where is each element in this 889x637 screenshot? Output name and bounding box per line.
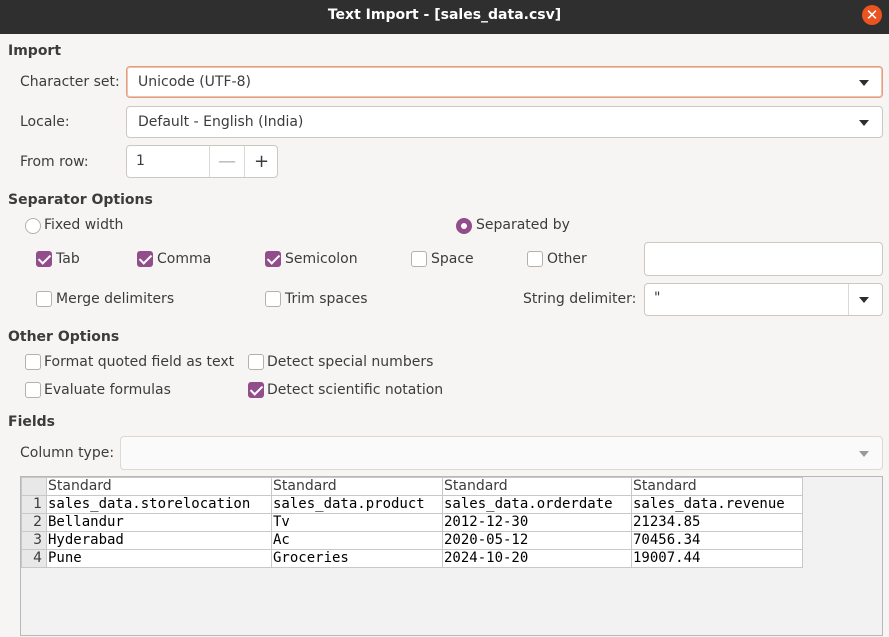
row-number: 1 <box>21 495 47 514</box>
locale-label: Locale: <box>20 114 70 130</box>
table-cell: sales_data.storelocation <box>46 495 272 514</box>
other-options-heading: Other Options <box>8 329 120 345</box>
decrement-button[interactable]: — <box>209 146 244 177</box>
preview-grid[interactable]: Standard Standard Standard Standard 1 sa… <box>21 477 803 568</box>
table-cell: Tv <box>271 513 443 532</box>
table-cell: sales_data.revenue <box>631 495 803 514</box>
table-cell: Pune <box>46 549 272 568</box>
table-cell: 2012-12-30 <box>442 513 632 532</box>
increment-button[interactable]: + <box>244 146 278 177</box>
detect-special-checkbox[interactable] <box>248 354 264 370</box>
locale-value: Default - English (India) <box>138 114 304 130</box>
locale-combobox[interactable]: Default - English (India) <box>126 106 883 138</box>
evaluate-formulas-checkbox[interactable] <box>25 382 41 398</box>
column-header[interactable]: Standard <box>46 477 272 496</box>
semicolon-label[interactable]: Semicolon <box>285 251 358 267</box>
table-cell: 19007.44 <box>631 549 803 568</box>
fixed-width-radio[interactable] <box>25 218 41 234</box>
table-cell: 2024-10-20 <box>442 549 632 568</box>
column-header[interactable]: Standard <box>631 477 803 496</box>
grid-corner <box>21 477 47 496</box>
evaluate-formulas-label[interactable]: Evaluate formulas <box>44 382 171 398</box>
other-separator-input[interactable] <box>644 242 883 276</box>
detect-scientific-checkbox[interactable] <box>248 382 264 398</box>
from-row-label: From row: <box>20 154 89 170</box>
detect-special-label[interactable]: Detect special numbers <box>267 354 433 370</box>
table-cell: 70456.34 <box>631 531 803 550</box>
trim-spaces-checkbox[interactable] <box>265 291 281 307</box>
row-number: 3 <box>21 531 47 550</box>
charset-combobox[interactable]: Unicode (UTF-8) <box>126 66 883 98</box>
column-type-combobox[interactable] <box>120 436 883 470</box>
space-checkbox[interactable] <box>411 251 427 267</box>
divider <box>848 284 849 315</box>
merge-delimiters-label[interactable]: Merge delimiters <box>56 291 174 307</box>
semicolon-checkbox[interactable] <box>265 251 281 267</box>
close-icon[interactable]: ✕ <box>862 5 882 25</box>
table-cell: sales_data.product <box>271 495 443 514</box>
chevron-down-icon[interactable] <box>859 297 869 303</box>
chevron-down-icon <box>859 80 869 86</box>
table-row: 4 Pune Groceries 2024-10-20 19007.44 <box>21 549 803 568</box>
comma-checkbox[interactable] <box>137 251 153 267</box>
space-label[interactable]: Space <box>431 251 474 267</box>
column-header[interactable]: Standard <box>442 477 632 496</box>
format-quoted-label[interactable]: Format quoted field as text <box>44 354 234 370</box>
string-delimiter-combobox[interactable]: " <box>644 283 883 316</box>
table-cell: sales_data.orderdate <box>442 495 632 514</box>
string-delimiter-label: String delimiter: <box>523 291 637 307</box>
table-row: 1 sales_data.storelocation sales_data.pr… <box>21 495 803 514</box>
column-header[interactable]: Standard <box>271 477 443 496</box>
charset-value: Unicode (UTF-8) <box>138 74 251 90</box>
string-delimiter-value[interactable]: " <box>654 290 660 306</box>
import-heading: Import <box>8 43 62 59</box>
table-cell: Groceries <box>271 549 443 568</box>
title-bar: Text Import - [sales_data.csv] ✕ <box>0 0 889 34</box>
table-cell: 21234.85 <box>631 513 803 532</box>
table-row: 2 Bellandur Tv 2012-12-30 21234.85 <box>21 513 803 532</box>
table-cell: Ac <box>271 531 443 550</box>
comma-label[interactable]: Comma <box>157 251 211 267</box>
separated-by-label[interactable]: Separated by <box>476 217 570 233</box>
format-quoted-checkbox[interactable] <box>25 354 41 370</box>
tab-checkbox[interactable] <box>36 251 52 267</box>
column-type-label: Column type: <box>20 445 115 461</box>
separated-by-radio[interactable] <box>456 218 472 234</box>
separator-options-heading: Separator Options <box>8 192 153 208</box>
from-row-spinner[interactable]: 1 — + <box>126 145 278 178</box>
row-number: 2 <box>21 513 47 532</box>
table-cell: Hyderabad <box>46 531 272 550</box>
table-cell: Bellandur <box>46 513 272 532</box>
other-label[interactable]: Other <box>547 251 587 267</box>
chevron-down-icon <box>859 120 869 126</box>
table-row: 3 Hyderabad Ac 2020-05-12 70456.34 <box>21 531 803 550</box>
tab-label[interactable]: Tab <box>56 251 80 267</box>
detect-scientific-label[interactable]: Detect scientific notation <box>267 382 443 398</box>
table-cell: 2020-05-12 <box>442 531 632 550</box>
fields-heading: Fields <box>8 414 56 430</box>
merge-delimiters-checkbox[interactable] <box>36 291 52 307</box>
other-checkbox[interactable] <box>527 251 543 267</box>
chevron-down-icon <box>859 451 869 457</box>
trim-spaces-label[interactable]: Trim spaces <box>285 291 368 307</box>
charset-label: Character set: <box>20 74 120 90</box>
window-title: Text Import - [sales_data.csv] <box>327 7 562 23</box>
fixed-width-label[interactable]: Fixed width <box>44 217 123 233</box>
data-preview[interactable]: Standard Standard Standard Standard 1 sa… <box>20 476 883 636</box>
row-number: 4 <box>21 549 47 568</box>
from-row-value[interactable]: 1 <box>136 153 145 169</box>
